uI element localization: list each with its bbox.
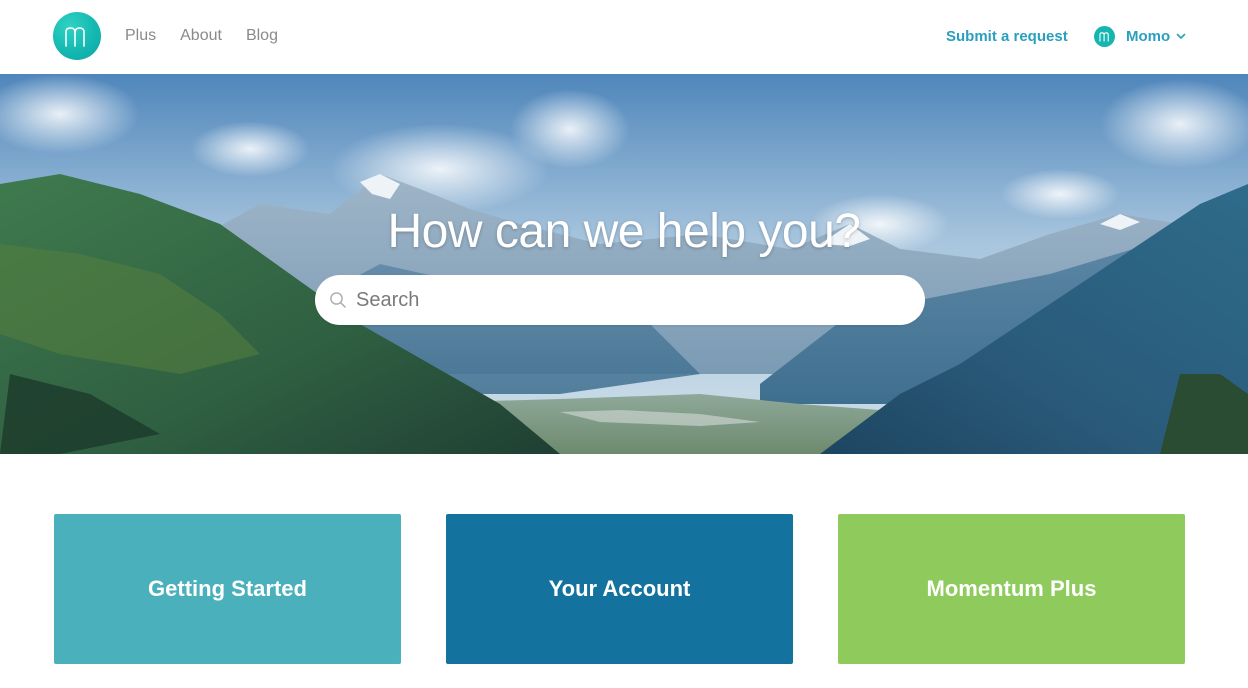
search-box <box>315 275 925 325</box>
avatar-m-glyph <box>1098 32 1109 42</box>
search-icon <box>330 292 346 308</box>
user-name: Momo <box>1126 27 1171 45</box>
nav-link-about[interactable]: About <box>180 26 222 46</box>
block-momentum-plus[interactable]: Momentum Plus <box>838 514 1185 664</box>
search-input[interactable] <box>356 280 896 320</box>
block-label: Momentum Plus <box>926 576 1097 601</box>
hero-banner: How can we help you? <box>0 74 1248 454</box>
nav-link-plus[interactable]: Plus <box>125 26 156 46</box>
mountain-landscape-image <box>0 74 1248 454</box>
block-your-account[interactable]: Your Account <box>446 514 793 664</box>
block-label: Your Account <box>548 576 691 601</box>
momentum-logo-icon[interactable] <box>53 12 101 60</box>
submit-request-link[interactable]: Submit a request <box>946 27 1068 47</box>
logo-m-glyph <box>65 27 85 47</box>
user-menu[interactable]: Momo <box>1094 26 1186 47</box>
momentum-avatar-icon <box>1094 26 1115 47</box>
chevron-down-icon <box>1176 33 1186 39</box>
block-label: Getting Started <box>148 576 307 601</box>
hero-title: How can we help you? <box>387 205 861 258</box>
site-header: Plus About Blog Submit a request Momo <box>0 0 1248 74</box>
block-getting-started[interactable]: Getting Started <box>54 514 401 664</box>
main-nav: Plus About Blog <box>125 26 278 46</box>
nav-link-blog[interactable]: Blog <box>246 26 278 46</box>
category-blocks: Getting Started Your Account Momentum Pl… <box>54 514 1185 664</box>
